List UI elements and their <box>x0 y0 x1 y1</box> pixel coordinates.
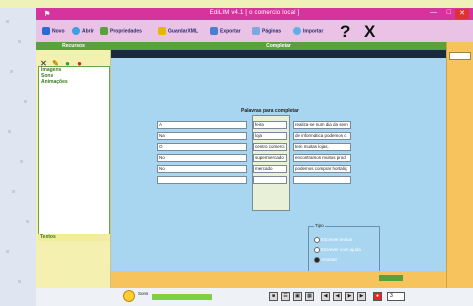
radio-icon[interactable] <box>314 237 320 243</box>
word-cell-5[interactable]: mercado <box>253 165 287 173</box>
option-write-texts[interactable]: Escrever textos <box>314 237 352 243</box>
right-cell-4[interactable]: encontramos muitos prod <box>293 154 351 162</box>
window-title: EdiLIM v4.1 [ o comercio local ] <box>209 10 300 16</box>
radio-icon[interactable] <box>314 247 320 253</box>
option-label: Arrastar <box>321 257 338 263</box>
page-strip <box>111 50 446 65</box>
import-icon <box>293 27 301 35</box>
word-cell-6[interactable] <box>253 176 287 184</box>
export-icon <box>210 27 218 35</box>
title-bar: ⚑ EdiLIM v4.1 [ o comercio local ] — □ ✕ <box>36 8 473 20</box>
maximize-button[interactable]: □ <box>447 9 451 16</box>
properties-icon <box>100 27 108 35</box>
option-label: Escrever textos <box>321 237 353 243</box>
new-icon <box>42 27 50 35</box>
radio-selected-icon[interactable] <box>314 257 320 263</box>
page-canvas: Palavras para completar A feira realiza-… <box>111 60 446 272</box>
right-panel-control[interactable] <box>449 52 471 60</box>
import-button[interactable]: Importar <box>293 27 323 35</box>
navigation-arrows[interactable] <box>379 275 403 281</box>
desktop-background <box>0 0 36 306</box>
next-page-button[interactable]: ▶ <box>345 292 354 301</box>
properties-button[interactable]: Propriedades <box>100 27 142 35</box>
page-layout-button[interactable]: ▦ <box>305 292 314 301</box>
main-toolbar: Novo Abrir Propriedades GuardarXML Expor… <box>36 20 473 42</box>
new-label: Novo <box>52 28 65 35</box>
option-label: Escrever com ajuda <box>321 247 361 253</box>
properties-label: Propriedades <box>110 28 142 35</box>
left-cell-3[interactable]: O <box>157 143 247 151</box>
window-close-button[interactable]: ✕ <box>455 9 469 19</box>
left-cell-5[interactable]: No <box>157 165 247 173</box>
option-write-with-help[interactable]: Escrever com ajuda <box>314 247 361 253</box>
right-cell-5[interactable]: podemos comprar hortaliç <box>293 165 351 173</box>
save-icon <box>158 27 166 35</box>
resource-list[interactable]: Imagens Sons Animações <box>38 66 110 238</box>
audio-icon[interactable] <box>123 290 135 302</box>
pages-icon <box>252 27 260 35</box>
previous-page-button[interactable]: ◀ <box>333 292 342 301</box>
left-cell-4[interactable]: No <box>157 154 247 162</box>
new-button[interactable]: Novo <box>42 27 65 35</box>
words-column <box>252 115 290 211</box>
save-xml-label: GuardarXML <box>168 28 199 35</box>
page-title: Palavras para completar <box>241 108 299 114</box>
main-panel: Completar Palavras para completar A feir… <box>111 42 446 288</box>
texts-section[interactable]: Textos <box>38 234 110 241</box>
open-icon <box>72 27 80 35</box>
copy-page-button[interactable]: ▣ <box>293 292 302 301</box>
save-page-button[interactable]: ■ <box>269 292 278 301</box>
open-label: Abrir <box>82 28 94 35</box>
open-button[interactable]: Abrir <box>72 27 94 35</box>
type-options-box: Tipo Escrever textos Escrever com ajuda … <box>308 223 380 272</box>
main-header: Completar <box>111 42 446 50</box>
sounds-label: Sons <box>138 291 149 296</box>
left-cell-6[interactable] <box>157 176 247 184</box>
right-cell-6[interactable] <box>293 176 351 184</box>
word-cell-2[interactable]: loja <box>253 132 287 140</box>
bottom-bar: Sons ■ ☰ ▣ ▦ ◀ ◀ ▶ ▶ ● 3 <box>111 288 473 306</box>
right-panel <box>446 42 473 288</box>
close-document-button[interactable]: X <box>364 22 375 42</box>
resources-panel: Recursos ✕ ✎ ● ● Imagens Sons Animações Tex… <box>36 42 111 288</box>
save-xml-button[interactable]: GuardarXML <box>158 27 198 35</box>
word-cell-3[interactable]: centro comerci <box>253 143 287 151</box>
resources-header: Recursos <box>36 42 111 50</box>
page-footer-strip <box>111 271 446 288</box>
export-button[interactable]: Exportar <box>210 27 241 35</box>
record-button[interactable]: ● <box>373 292 382 301</box>
right-cell-3[interactable]: tem muitas lojas. <box>293 143 351 151</box>
word-cell-1[interactable]: feira <box>253 121 287 129</box>
word-cell-4[interactable]: supermercado <box>253 154 287 162</box>
pages-label: Páginas <box>262 28 282 35</box>
right-cell-1[interactable]: realiza-se num dia da sem <box>293 121 351 129</box>
category-animations[interactable]: Animações <box>39 79 109 85</box>
option-drag[interactable]: Arrastar <box>314 257 337 263</box>
minimize-button[interactable]: — <box>430 9 437 16</box>
top-band <box>0 0 473 8</box>
list-view-button[interactable]: ☰ <box>281 292 290 301</box>
left-cell-1[interactable]: A <box>157 121 247 129</box>
pages-button[interactable]: Páginas <box>252 27 281 35</box>
page-number-select[interactable]: 3 <box>387 292 405 301</box>
help-button[interactable]: ? <box>340 22 350 42</box>
import-label: Importar <box>303 28 324 35</box>
audio-progress-bar[interactable] <box>152 294 212 300</box>
last-page-button[interactable]: ▶ <box>357 292 366 301</box>
first-page-button[interactable]: ◀ <box>321 292 330 301</box>
export-label: Exportar <box>220 28 241 35</box>
type-label: Tipo <box>314 223 325 228</box>
left-cell-2[interactable]: Na <box>157 132 247 140</box>
right-cell-2[interactable]: de informática podemos c <box>293 132 351 140</box>
